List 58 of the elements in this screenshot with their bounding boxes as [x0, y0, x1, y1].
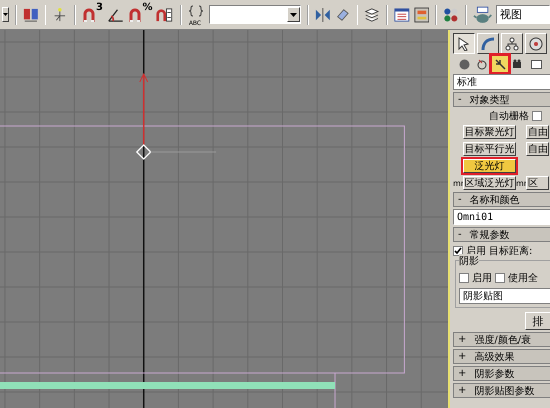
snap-toggle[interactable]: 3 — [82, 2, 103, 26]
exclude-button[interactable]: 排 — [525, 312, 550, 330]
spinner-snap-icon[interactable] — [156, 6, 174, 24]
magnet-icon — [128, 6, 142, 22]
rollout-header[interactable]: + 强度/颜色/衰 — [453, 332, 550, 347]
rollout-header[interactable]: - 名称和颜色 — [453, 192, 550, 207]
dropdown-button[interactable] — [287, 7, 300, 22]
cursor-icon — [457, 36, 471, 50]
hierarchy-icon — [505, 36, 519, 50]
shape-icon — [476, 58, 488, 70]
light-type-button[interactable]: 自由 — [526, 142, 549, 156]
global-label: 使用全 — [508, 272, 538, 285]
checkbox[interactable] — [495, 273, 505, 283]
rollout-header[interactable]: - 常规参数 — [453, 227, 550, 242]
schematic-icon[interactable] — [414, 6, 430, 24]
checkbox[interactable] — [532, 111, 542, 121]
target-distance-label: 目标距离: — [489, 244, 532, 258]
helper-icon — [530, 60, 542, 68]
mr-label: mr — [453, 178, 464, 188]
sphere-icon — [458, 58, 470, 70]
layers-icon[interactable] — [364, 6, 380, 24]
material-balls-icon[interactable] — [443, 6, 459, 24]
caret-icon — [290, 12, 298, 16]
light-icon — [494, 58, 506, 70]
light-type-button[interactable]: 自由 — [526, 125, 549, 139]
autogrid-label: 自动栅格 — [489, 110, 529, 123]
named-selection-field[interactable] — [209, 5, 302, 24]
dropdown-button[interactable] — [2, 7, 9, 22]
curve-icon — [481, 36, 495, 50]
mr-label: mr — [516, 178, 528, 188]
mirror-icon[interactable] — [315, 6, 331, 24]
shadow-type-dropdown[interactable]: 阴影贴图 — [459, 288, 550, 304]
percent-snap-toggle[interactable]: % — [128, 2, 152, 26]
light-type-button[interactable]: 目标聚光灯 — [463, 125, 516, 139]
light-type-button[interactable]: 区 — [526, 176, 549, 190]
light-type-button[interactable]: 区域泛光灯 — [463, 176, 516, 190]
checkbox[interactable] — [453, 246, 463, 256]
braces-icon — [188, 4, 204, 16]
track-view-icon[interactable] — [394, 6, 410, 24]
subcategory-dropdown[interactable]: 标准 — [453, 74, 550, 90]
category-button[interactable] — [492, 56, 508, 72]
reference-field[interactable]: 视图 — [496, 5, 550, 24]
wheel-icon — [529, 36, 543, 50]
light-type-button[interactable]: 泛光灯 — [463, 159, 516, 173]
checkbox[interactable] — [459, 273, 469, 283]
magnet-icon — [82, 6, 96, 22]
rollout-header[interactable]: - 对象类型 — [453, 92, 550, 107]
camera-icon — [512, 59, 524, 69]
rollout-header[interactable]: + 阴影参数 — [453, 366, 550, 381]
name-field[interactable]: Omni01 — [453, 209, 550, 225]
rollout-header[interactable]: + 高级效果 — [453, 349, 550, 364]
teapot-icon[interactable] — [472, 4, 492, 24]
panel-tab[interactable] — [453, 33, 475, 54]
light-type-button[interactable]: 目标平行光 — [463, 142, 516, 156]
group-title: 阴影 — [459, 254, 479, 268]
rollout-header[interactable]: + 阴影贴图参数 — [453, 383, 550, 398]
on-label: 启用 — [472, 272, 492, 285]
caret-icon — [3, 13, 8, 16]
